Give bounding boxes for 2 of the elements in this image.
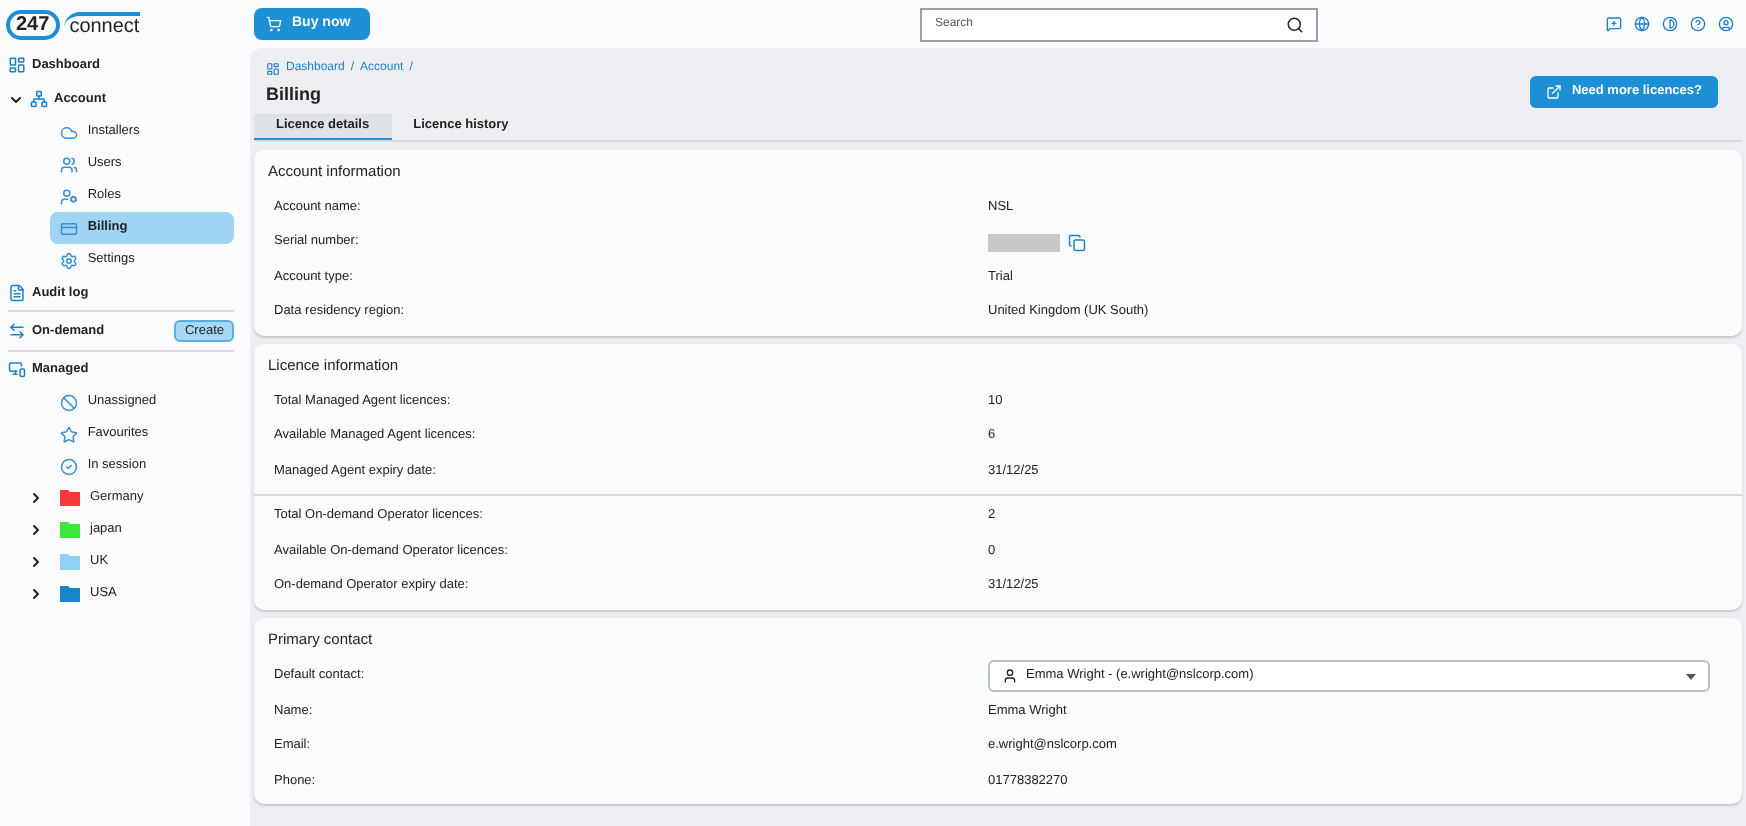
page-title: Billing [266, 82, 323, 108]
logo[interactable]: 247 connect [6, 9, 140, 39]
